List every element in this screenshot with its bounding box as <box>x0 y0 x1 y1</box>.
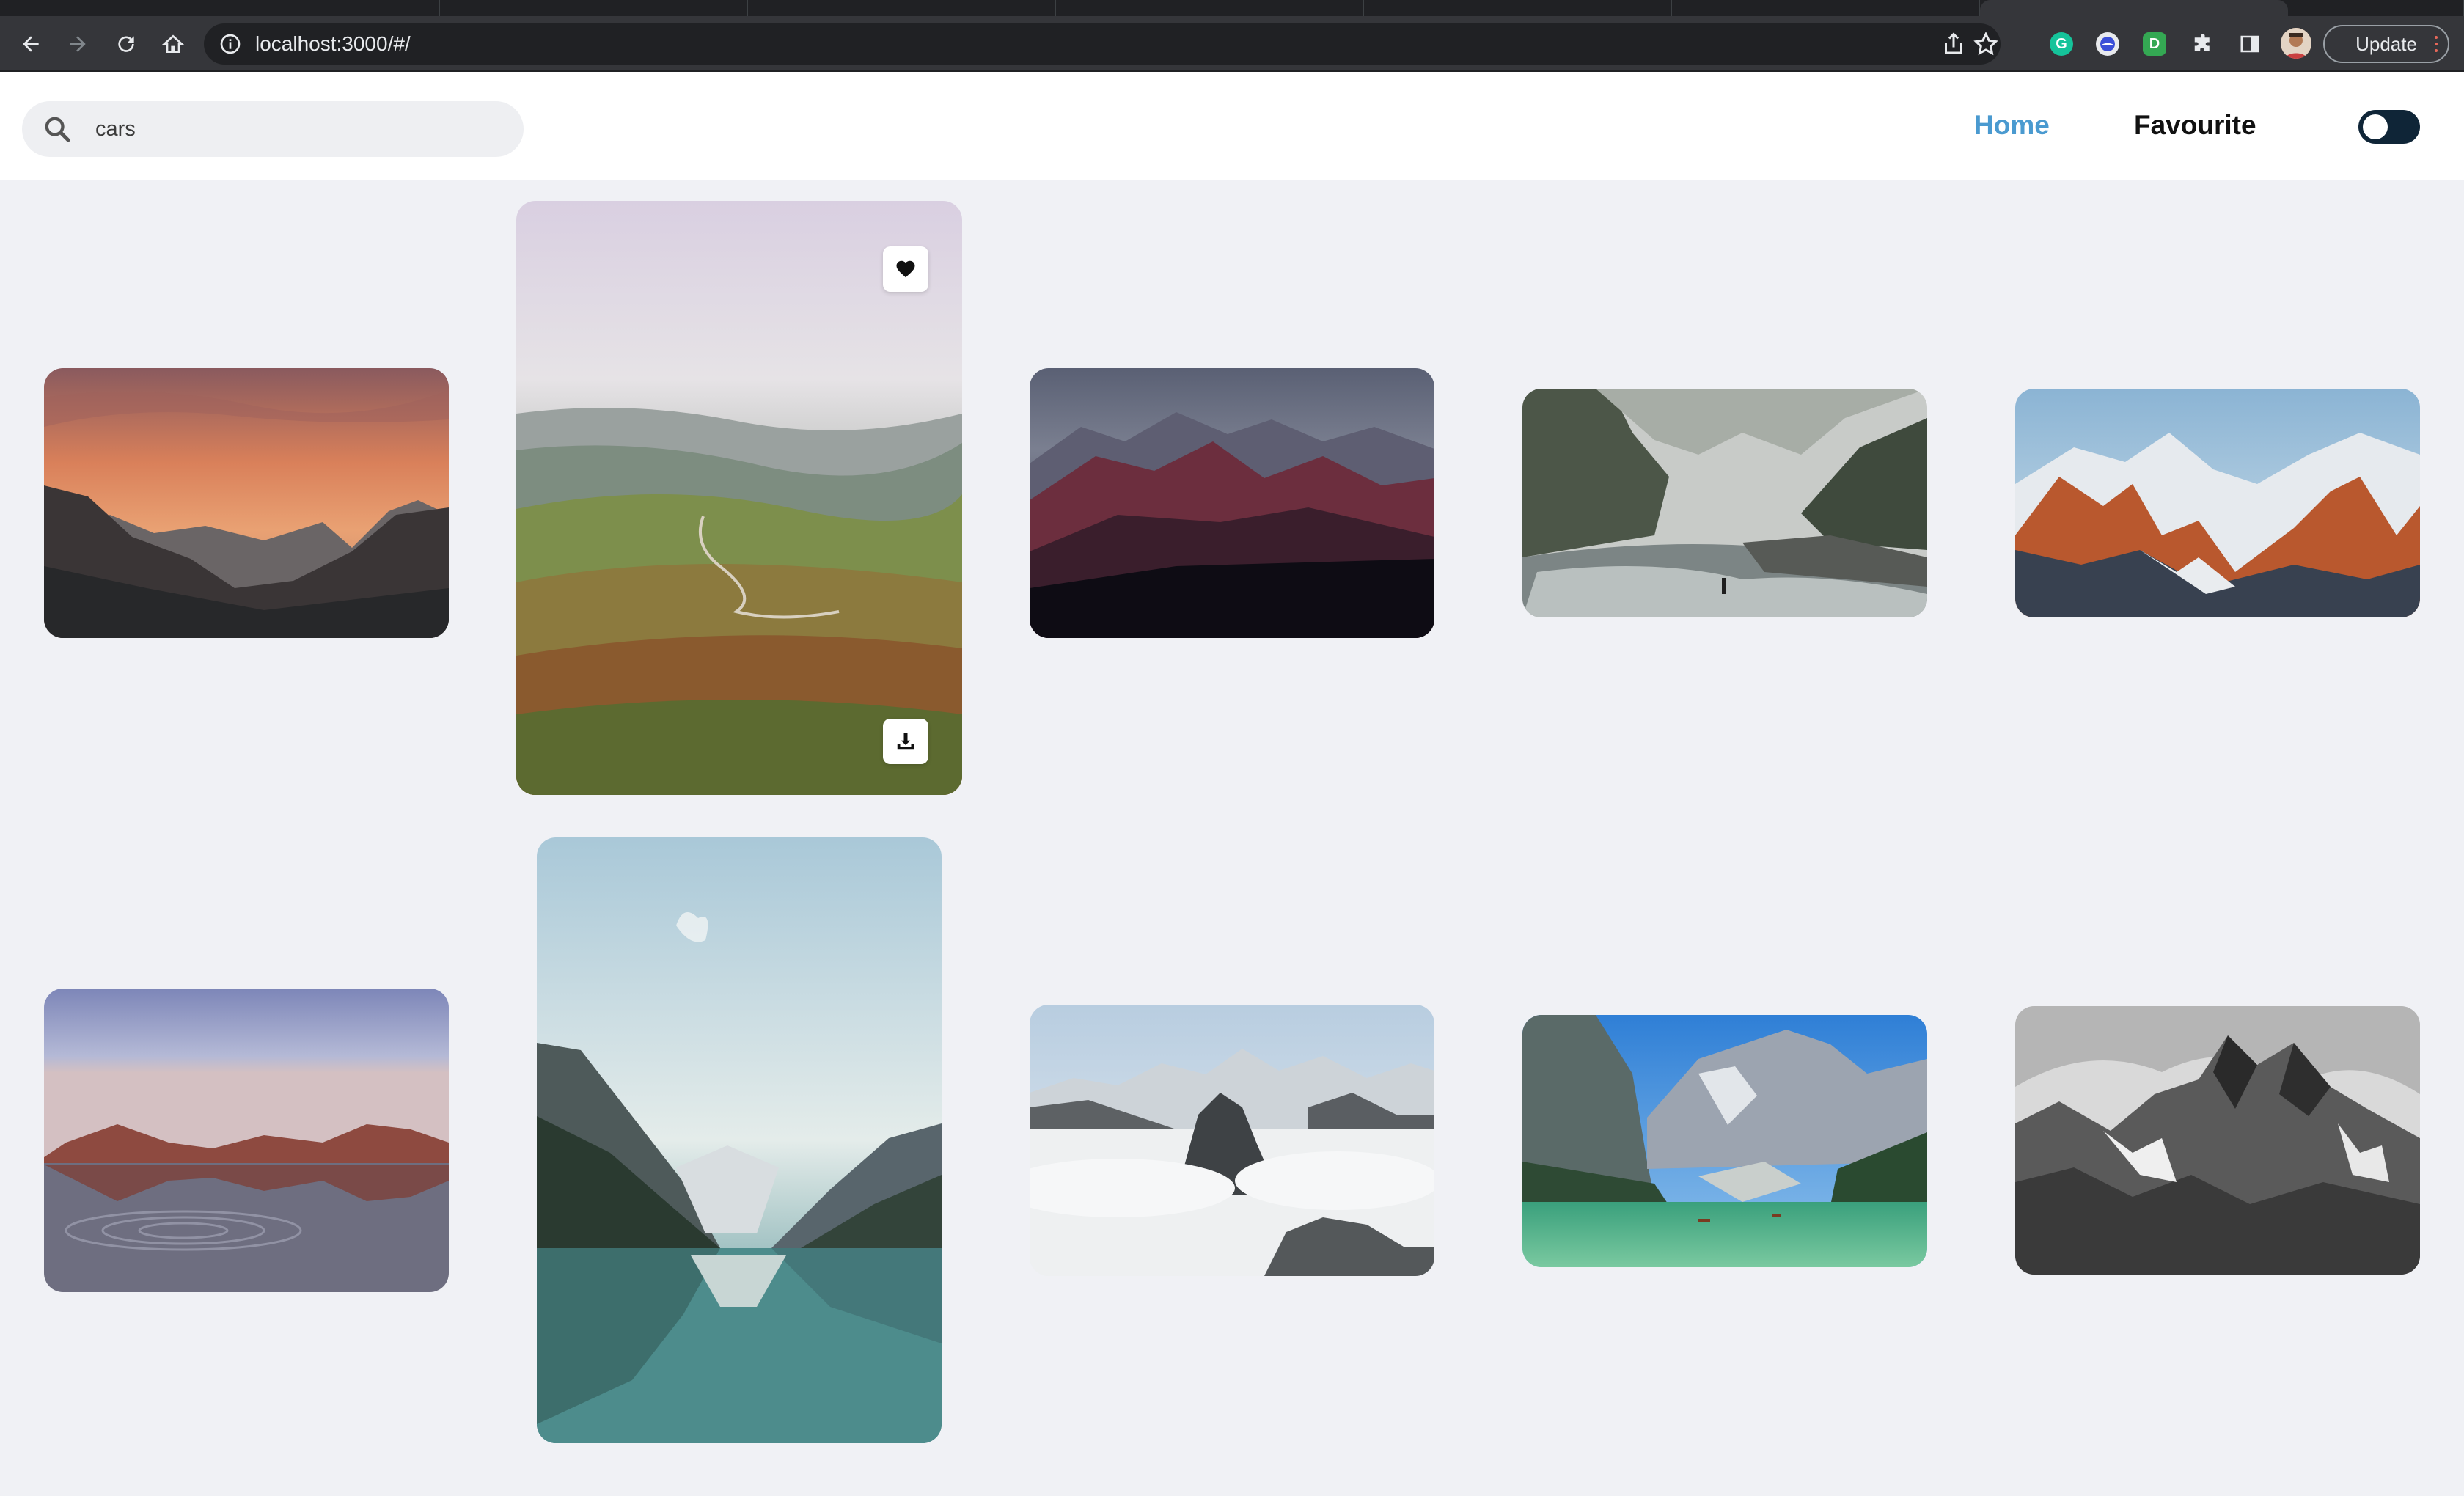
grammarly-extension-icon[interactable]: G <box>2050 32 2073 56</box>
nav-home-link[interactable]: Home <box>1974 107 2050 144</box>
nav-favourite-link[interactable]: Favourite <box>2134 107 2256 144</box>
home-icon[interactable] <box>154 25 192 63</box>
browser-toolbar: localhost:3000/#/ G D Update <box>0 16 2464 72</box>
menu-dots-icon <box>2435 36 2438 52</box>
back-icon[interactable] <box>12 25 50 63</box>
search-bar[interactable] <box>22 101 524 157</box>
app-header: Home Favourite <box>0 72 2464 180</box>
theme-toggle[interactable] <box>2358 110 2420 144</box>
address-bar[interactable]: localhost:3000/#/ <box>204 23 2001 65</box>
reload-icon[interactable] <box>107 25 145 63</box>
gallery-image-card[interactable] <box>2015 1006 2420 1275</box>
favourite-button[interactable] <box>883 246 928 292</box>
gallery-image[interactable] <box>1522 1015 1927 1267</box>
browser-tab[interactable] <box>1056 0 1364 16</box>
search-input[interactable] <box>95 101 506 157</box>
browser-tab[interactable] <box>2288 0 2464 16</box>
gallery-image-card[interactable] <box>1522 389 1927 617</box>
browser-tab[interactable] <box>440 0 748 16</box>
gallery-image-card[interactable] <box>1030 1005 1434 1276</box>
gallery-image-card[interactable] <box>44 989 449 1292</box>
gallery-image[interactable] <box>1522 389 1927 617</box>
gallery-image[interactable] <box>2015 389 2420 617</box>
browser-tab[interactable] <box>132 0 440 16</box>
search-icon <box>45 117 70 142</box>
heart-icon <box>896 260 915 278</box>
site-info-icon[interactable] <box>219 32 242 56</box>
browser-tab[interactable] <box>748 0 1056 16</box>
theme-toggle-knob <box>2363 114 2388 139</box>
share-icon[interactable] <box>1940 31 1967 57</box>
gallery-image[interactable] <box>1030 368 1434 638</box>
gallery-image[interactable] <box>2015 1006 2420 1275</box>
browser-tab[interactable] <box>1364 0 1672 16</box>
browser-tab[interactable] <box>1672 0 1980 16</box>
puzzle-extensions-icon[interactable] <box>2184 25 2222 63</box>
address-url[interactable]: localhost:3000/#/ <box>255 23 411 65</box>
gallery-image[interactable] <box>1030 1005 1434 1276</box>
forward-icon[interactable] <box>59 25 97 63</box>
gallery-image[interactable] <box>44 368 449 638</box>
gallery-image-card[interactable] <box>516 201 962 795</box>
gallery-image-card[interactable] <box>537 837 942 1443</box>
bookmark-star-icon[interactable] <box>1973 31 1999 57</box>
gallery-image[interactable] <box>44 989 449 1292</box>
gallery-image-card[interactable] <box>1030 368 1434 638</box>
update-label: Update <box>2355 33 2417 55</box>
gallery-image-card[interactable] <box>1522 1015 1927 1267</box>
download-icon <box>897 733 914 750</box>
gallery-image-card[interactable] <box>44 368 449 638</box>
browser-tab-active[interactable] <box>1980 0 2288 16</box>
profile-avatar[interactable] <box>2281 28 2311 59</box>
update-button[interactable]: Update <box>2323 25 2449 63</box>
extension-icon[interactable] <box>2096 32 2119 56</box>
extension-icon[interactable]: D <box>2143 32 2166 56</box>
gallery-image[interactable] <box>537 837 942 1443</box>
side-panel-icon[interactable] <box>2231 25 2269 63</box>
browser-tab-strip <box>0 0 2464 16</box>
download-button[interactable] <box>883 719 928 764</box>
gallery-image-card[interactable] <box>2015 389 2420 617</box>
